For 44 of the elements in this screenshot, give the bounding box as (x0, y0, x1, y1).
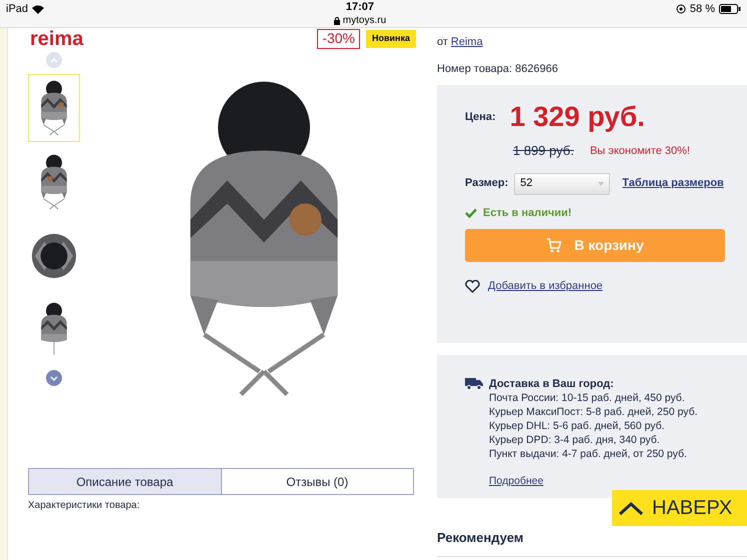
delivery-title: Доставка в Ваш город: (489, 377, 615, 391)
heart-icon (465, 280, 480, 293)
back-to-top-button[interactable]: НАВЕРХ (612, 490, 747, 526)
scroll-down-button[interactable] (46, 370, 62, 386)
article-number: Номер товара: 8626966 (437, 62, 559, 76)
size-select[interactable]: 52 (514, 172, 610, 194)
lock-icon (334, 16, 340, 24)
delivery-option: Почта России: 10-15 раб. дней, 450 руб. (489, 391, 698, 405)
add-to-favorites-link[interactable]: Добавить в избранное (488, 278, 603, 294)
old-price: 1 899 руб. (513, 142, 574, 160)
url-field[interactable]: mytoys.ru (334, 14, 386, 27)
saving-text: Вы экономите 30%! (590, 144, 690, 158)
tab[interactable]: Описание товара (29, 469, 220, 494)
chevron-down-icon (50, 376, 58, 380)
clock-time: 17:07 (346, 1, 374, 14)
caret-icon (598, 182, 604, 186)
thumbnail[interactable] (28, 74, 80, 142)
size-chart-link[interactable]: Таблица размеров (622, 175, 724, 192)
brand-link[interactable]: Reima (450, 34, 483, 50)
orientation-lock-icon (676, 4, 686, 14)
battery-icon (718, 4, 741, 14)
stock-status: Есть в наличии! (483, 206, 572, 220)
hat-thumbnail-drawing (30, 232, 78, 280)
delivery-option: Курьер МаксиПост: 5-8 раб. дней, 250 руб. (489, 405, 698, 419)
brand-logo[interactable]: reima (30, 29, 84, 49)
chevron-up-icon (50, 58, 58, 62)
battery-percent: 58 % (690, 2, 715, 17)
delivery-option: Пункт выдачи: 4-7 раб. дней, от 250 руб. (489, 447, 698, 461)
cart-icon (546, 238, 562, 253)
current-price: 1 329 руб. (510, 103, 645, 131)
size-label: Размер: (465, 176, 508, 192)
truck-icon (465, 377, 483, 390)
delivery-option: Курьер DPD: 3-4 раб. дня, 340 руб. (489, 433, 698, 447)
chevron-up-icon (618, 500, 644, 516)
characteristics-heading: Характеристики товара: (28, 500, 141, 512)
delivery-option: Курьер DHL: 5-6 раб. дней, 560 руб. (489, 419, 698, 433)
more-link[interactable]: Подробнее (489, 474, 698, 488)
new-badge: Новинка (366, 30, 416, 48)
recommend-heading: Рекомендуем (437, 528, 747, 556)
device-name: iPad (6, 2, 28, 17)
brand-prefix: от (437, 35, 448, 50)
price-label: Цена: (465, 110, 496, 125)
discount-badge: -30% (317, 29, 360, 49)
wifi-icon (32, 4, 44, 14)
